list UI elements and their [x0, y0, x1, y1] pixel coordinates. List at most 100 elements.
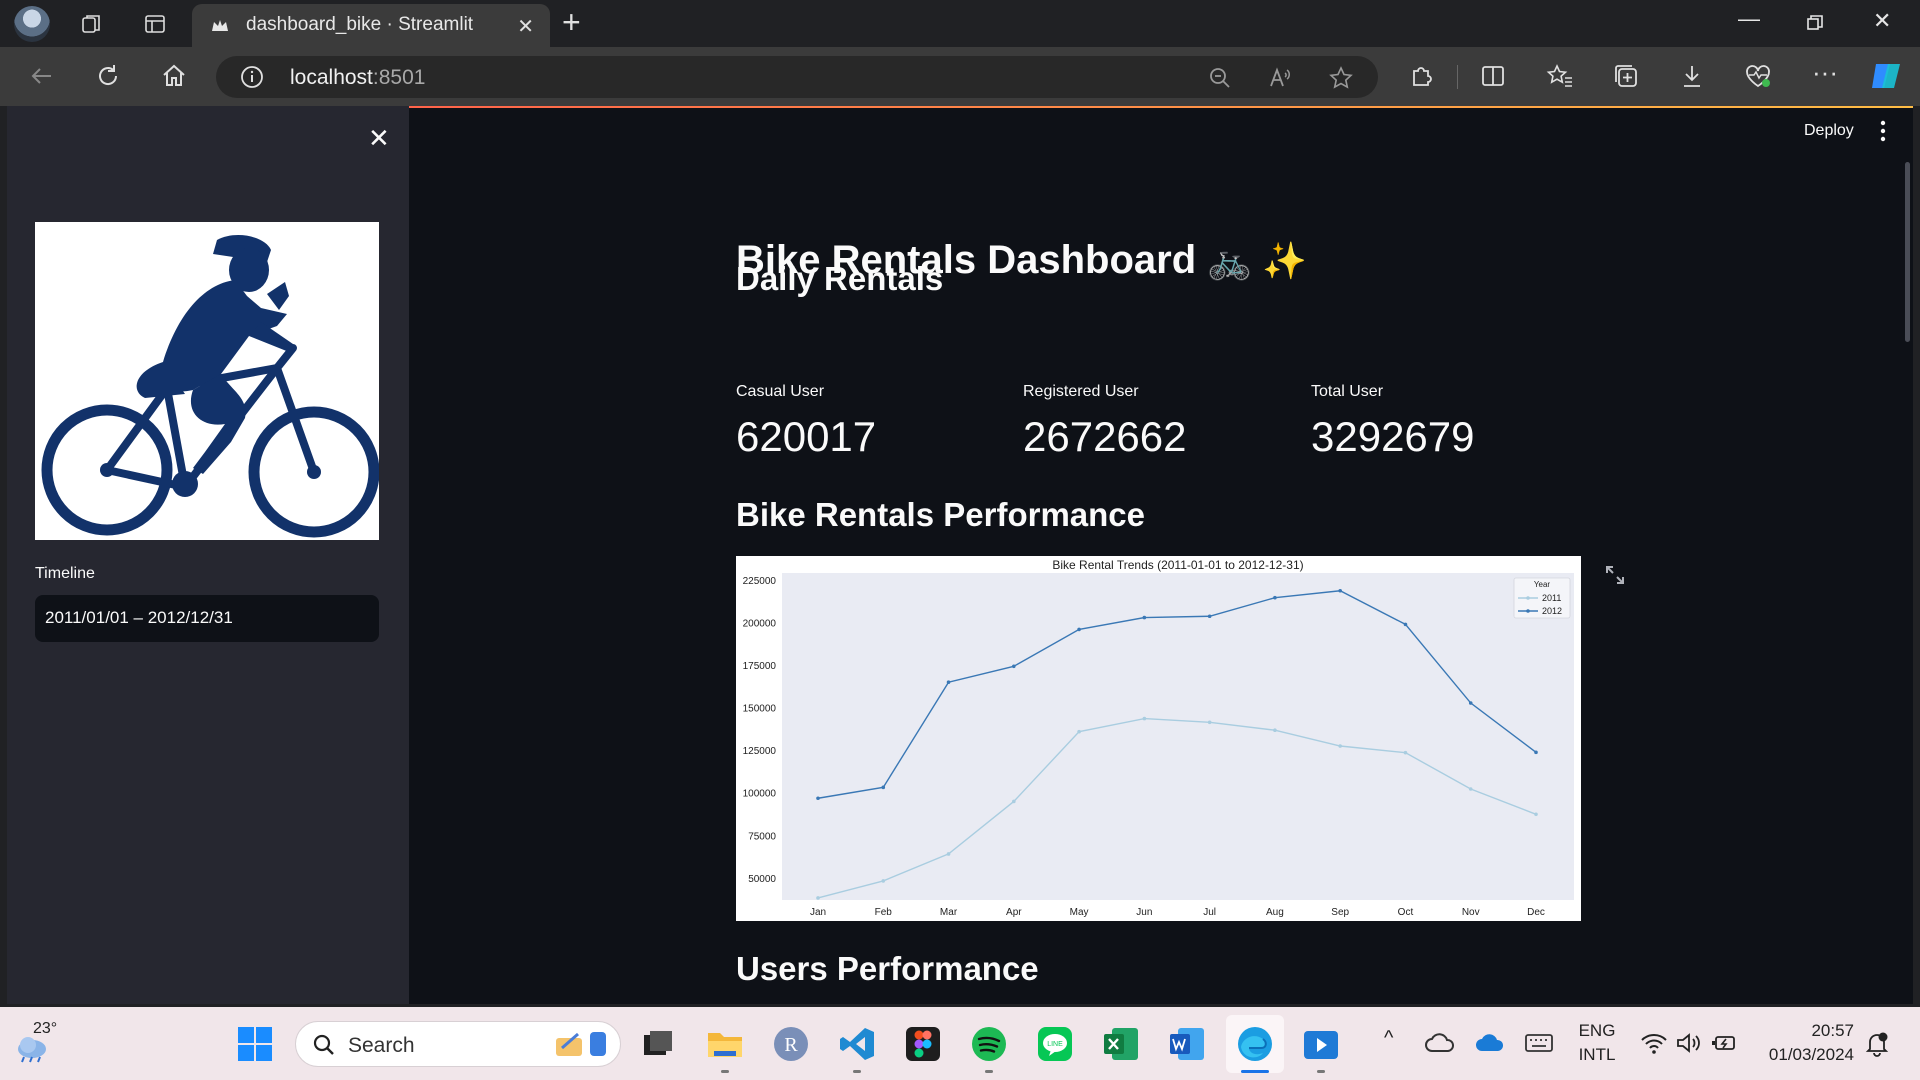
rentals-line-chart: Bike Rental Trends (2011-01-01 to 2012-1…	[736, 556, 1581, 921]
search-placeholder: Search	[348, 1034, 415, 1057]
word-icon[interactable]	[1168, 1025, 1206, 1063]
edge-browser-icon[interactable]	[1236, 1025, 1274, 1063]
data-point-2011	[1534, 812, 1538, 817]
x-tick-label: May	[1070, 907, 1089, 918]
browser-tab-bar: dashboard_bike · Streamlit ✕ + — ✕	[0, 0, 1920, 47]
sidebar-close-icon[interactable]: ✕	[368, 123, 390, 154]
taskbar: 23° Search R LINE ^ ENG INTL 20:57 01/03…	[0, 1007, 1920, 1080]
url-text: localhost:8501	[290, 66, 426, 89]
page-viewport: ✕ Timeline 2011/01/01 – 2012/12/31 Deplo…	[7, 106, 1913, 1004]
users-performance-heading: Users Performance	[736, 950, 1039, 987]
toolbar-divider	[1457, 65, 1458, 89]
metric-casual-label: Casual User	[736, 383, 825, 400]
data-point-2011	[1273, 728, 1277, 733]
y-tick-label: 150000	[743, 704, 777, 715]
restore-icon[interactable]	[1806, 14, 1824, 32]
task-view-icon[interactable]	[640, 1025, 678, 1063]
x-tick-label: Apr	[1006, 907, 1022, 918]
workspaces-icon[interactable]	[80, 12, 104, 36]
legend-label-2011: 2011	[1542, 593, 1561, 603]
close-window-icon[interactable]: ✕	[1873, 8, 1891, 34]
favorite-star-icon[interactable]	[1328, 65, 1354, 91]
active-tab[interactable]: dashboard_bike · Streamlit ✕	[192, 4, 550, 47]
show-hidden-icons-chevron[interactable]: ^	[1384, 1027, 1393, 1050]
data-point-2012	[1207, 614, 1212, 619]
vscode-icon[interactable]	[838, 1025, 876, 1063]
legend-label-2012: 2012	[1542, 606, 1562, 616]
y-tick-label: 75000	[748, 831, 776, 842]
copilot-icon[interactable]	[1868, 58, 1904, 94]
new-tab-icon[interactable]: +	[562, 6, 581, 38]
file-explorer-icon[interactable]	[706, 1025, 744, 1063]
svg-text:R: R	[784, 1034, 798, 1056]
data-point-2012	[1077, 627, 1081, 632]
home-icon[interactable]	[159, 61, 189, 91]
data-point-2011	[1207, 720, 1212, 725]
tab-close-icon[interactable]: ✕	[517, 14, 534, 39]
excel-icon[interactable]	[1102, 1025, 1140, 1063]
taskbar-search-box[interactable]: Search	[295, 1021, 621, 1067]
sidebar: ✕ Timeline 2011/01/01 – 2012/12/31	[7, 106, 409, 1004]
volume-icon[interactable]	[1675, 1031, 1703, 1055]
metric-total-value: 3292679	[1311, 413, 1475, 460]
extensions-icon[interactable]	[1406, 61, 1436, 91]
deploy-button[interactable]: Deploy	[1804, 122, 1854, 140]
weather-temperature: 23°	[33, 1020, 58, 1037]
data-point-2011	[1142, 716, 1147, 721]
media-player-icon[interactable]	[1302, 1025, 1340, 1063]
windows-start-icon[interactable]	[236, 1025, 274, 1063]
search-highlight-icon	[556, 1032, 606, 1056]
data-point-2011	[881, 879, 886, 883]
main-menu-icon[interactable]	[1880, 120, 1886, 142]
browser-essentials-icon[interactable]	[1743, 61, 1773, 91]
fullscreen-expand-icon[interactable]	[1602, 562, 1628, 588]
clock-time[interactable]: 20:57	[1754, 1021, 1854, 1041]
profile-avatar[interactable]	[14, 6, 50, 42]
minimize-icon[interactable]: —	[1738, 6, 1760, 32]
read-aloud-icon[interactable]	[1267, 65, 1293, 91]
data-point-2011	[1077, 729, 1081, 734]
clock-date[interactable]: 01/03/2024	[1754, 1045, 1854, 1065]
favorites-icon[interactable]	[1545, 61, 1575, 91]
data-point-2011	[816, 896, 820, 900]
collections-icon[interactable]	[1611, 61, 1641, 91]
data-point-2012	[1403, 622, 1408, 627]
data-point-2012	[881, 785, 886, 790]
figma-icon[interactable]	[904, 1025, 942, 1063]
wifi-icon[interactable]	[1640, 1031, 1668, 1055]
language-indicator-top[interactable]: ENG	[1572, 1021, 1622, 1041]
back-icon[interactable]	[27, 61, 57, 91]
page-scrollbar[interactable]	[1905, 162, 1910, 342]
more-options-icon[interactable]: ···	[1812, 57, 1838, 88]
streamlit-crown-icon	[212, 20, 228, 31]
spotify-icon[interactable]	[970, 1025, 1008, 1063]
tab-actions-icon[interactable]	[143, 12, 167, 36]
onedrive-personal-cloud-icon[interactable]	[1424, 1029, 1456, 1057]
legend-marker-2012	[1526, 609, 1530, 613]
data-point-2011	[1338, 744, 1342, 748]
url-bar[interactable]: localhost:8501	[216, 56, 1378, 98]
y-tick-label: 175000	[743, 661, 777, 672]
data-point-2011	[1403, 750, 1408, 755]
data-point-2011	[1012, 799, 1016, 804]
touch-keyboard-icon[interactable]	[1524, 1031, 1554, 1055]
downloads-icon[interactable]	[1677, 61, 1707, 91]
x-tick-label: Dec	[1527, 907, 1545, 918]
language-indicator-bottom[interactable]: INTL	[1572, 1045, 1622, 1065]
site-info-icon[interactable]	[240, 65, 264, 89]
y-tick-label: 200000	[743, 618, 777, 629]
notifications-bell-icon[interactable]	[1864, 1031, 1890, 1057]
onedrive-business-cloud-icon[interactable]	[1474, 1029, 1506, 1057]
vscode-running-indicator	[853, 1070, 861, 1073]
daily-rentals-heading: Daily Rentals	[736, 260, 944, 297]
r-app-icon[interactable]: R	[772, 1025, 810, 1063]
data-point-2012	[1338, 588, 1342, 593]
split-screen-icon[interactable]	[1478, 61, 1508, 91]
refresh-icon[interactable]	[93, 61, 123, 91]
zoom-out-icon[interactable]	[1207, 65, 1233, 91]
title-emoji: 🚲 ✨	[1207, 240, 1307, 281]
battery-charging-icon[interactable]	[1710, 1031, 1738, 1055]
timeline-date-input[interactable]: 2011/01/01 – 2012/12/31	[35, 595, 379, 642]
line-messenger-icon[interactable]: LINE	[1036, 1025, 1074, 1063]
data-point-2012	[1534, 750, 1538, 755]
